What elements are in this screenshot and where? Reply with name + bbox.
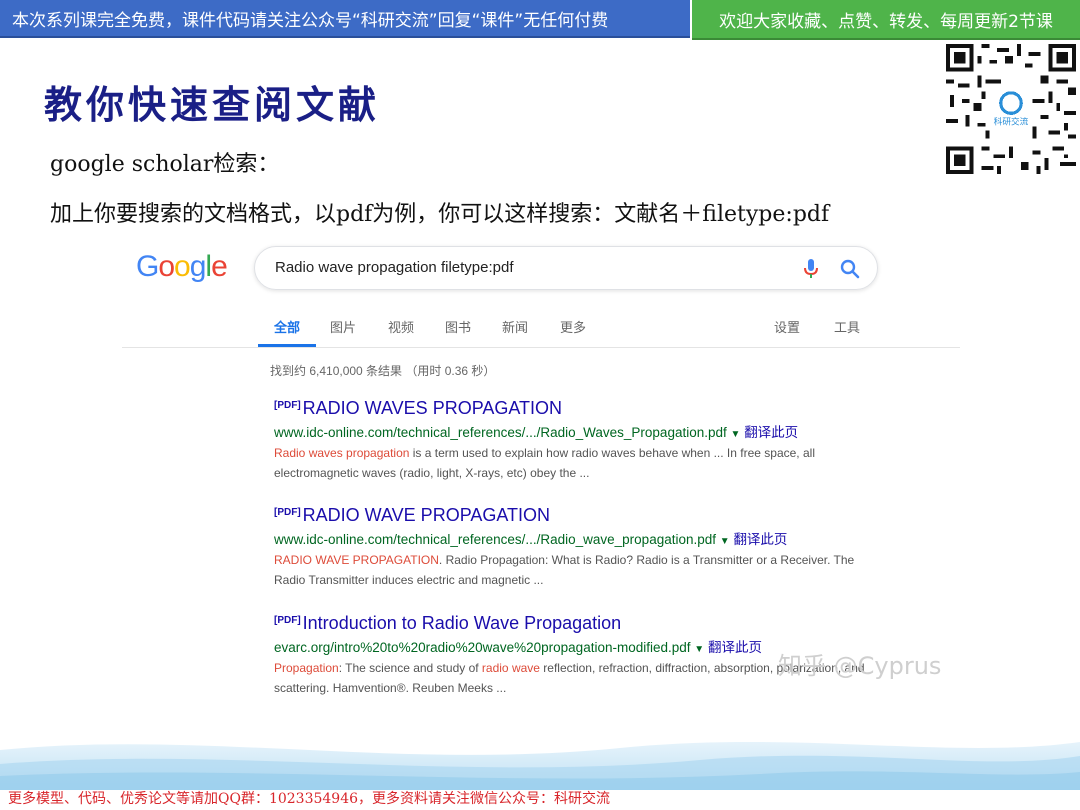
- pdf-tag: [PDF]: [274, 615, 301, 626]
- tab-settings[interactable]: 设置: [774, 317, 800, 336]
- search-result: [PDF] RADIO WAVES PROPAGATION www.idc-onl…: [274, 398, 874, 483]
- search-tabs: 全部 图片 视频 图书 新闻 更多 设置 工具: [256, 314, 976, 344]
- tab-all[interactable]: 全部: [274, 317, 300, 336]
- dropdown-arrow-icon[interactable]: ▼: [694, 644, 704, 655]
- search-box[interactable]: Radio wave propagation filetype:pdf: [254, 246, 878, 290]
- subtitle: google scholar检索：: [50, 152, 280, 177]
- qr-code-image: 科研交流: [946, 44, 1076, 174]
- result-url[interactable]: www.idc-online.com/technical_references/…: [274, 421, 874, 441]
- translate-link[interactable]: 翻译此页: [744, 425, 798, 440]
- page-title: 教你快速查阅文献: [44, 83, 381, 127]
- result-title[interactable]: Introduction to Radio Wave Propagation: [303, 613, 622, 633]
- snippet-highlight: Propagation: [274, 661, 339, 675]
- result-stats: 找到约 6,410,000 条结果 （用时 0.36 秒）: [270, 364, 496, 378]
- result-title-link[interactable]: [PDF] Introduction to Radio Wave Propagat…: [274, 613, 874, 634]
- result-url-text[interactable]: evarc.org/intro%20to%20radio%20wave%20pr…: [274, 640, 691, 655]
- result-url-text[interactable]: www.idc-online.com/technical_references/…: [274, 532, 716, 547]
- tab-more[interactable]: 更多: [560, 317, 586, 336]
- snippet-highlight: RADIO WAVE PROPAGATION: [274, 553, 439, 567]
- result-url-text[interactable]: www.idc-online.com/technical_references/…: [274, 425, 727, 440]
- zhihu-watermark: 知乎 @Cyprus: [778, 652, 942, 680]
- footer-wave-decoration: [0, 742, 1080, 790]
- top-banner-right: 欢迎大家收藏、点赞、转发、每周更新2节课: [692, 0, 1080, 40]
- snippet-text: : The science and study of: [338, 661, 482, 675]
- result-title[interactable]: RADIO WAVE PROPAGATION: [303, 505, 550, 525]
- pdf-tag: [PDF]: [274, 400, 301, 411]
- qr-logo-label: 科研交流: [994, 116, 1029, 128]
- google-logo-letter: G: [136, 250, 159, 283]
- top-banner-left: 本次系列课完全免费，课件代码请关注公众号“科研交流”回复“课件”无任何付费: [0, 0, 690, 38]
- google-logo-letter: e: [211, 250, 228, 283]
- search-icon[interactable]: [839, 258, 861, 280]
- result-snippet: Radio waves propagation is a term used t…: [274, 443, 874, 483]
- footer-note: 更多模型、代码、优秀论文等请加QQ群：1023354946，更多资料请关注微信公…: [8, 791, 611, 807]
- google-search-screenshot: Google Radio wave propagation filetype:p…: [122, 236, 962, 706]
- result-title-link[interactable]: [PDF] RADIO WAVE PROPAGATION: [274, 505, 874, 526]
- tab-tools[interactable]: 工具: [834, 317, 860, 336]
- google-logo-letter: g: [189, 250, 207, 283]
- translate-link[interactable]: 翻译此页: [733, 532, 787, 547]
- tab-news[interactable]: 新闻: [502, 317, 528, 336]
- pdf-tag: [PDF]: [274, 507, 301, 518]
- google-logo-letter: o: [158, 250, 175, 283]
- result-title-link[interactable]: [PDF] RADIO WAVES PROPAGATION: [274, 398, 874, 419]
- tab-images[interactable]: 图片: [330, 317, 356, 336]
- tabs-divider: [122, 347, 960, 348]
- result-snippet: RADIO WAVE PROPAGATION. Radio Propagatio…: [274, 550, 874, 590]
- dropdown-arrow-icon[interactable]: ▼: [731, 429, 741, 440]
- tab-books[interactable]: 图书: [445, 317, 471, 336]
- tab-videos[interactable]: 视频: [388, 317, 414, 336]
- search-input[interactable]: Radio wave propagation filetype:pdf: [275, 259, 514, 276]
- microphone-icon[interactable]: [801, 258, 821, 280]
- translate-link[interactable]: 翻译此页: [708, 640, 762, 655]
- snippet-highlight: radio wave: [481, 661, 540, 675]
- result-url[interactable]: www.idc-online.com/technical_references/…: [274, 528, 874, 548]
- google-logo[interactable]: Google: [136, 250, 228, 284]
- search-result: [PDF] RADIO WAVE PROPAGATION www.idc-onli…: [274, 505, 874, 590]
- google-logo-letter: o: [174, 250, 191, 283]
- instruction-text: 加上你要搜索的文档格式，以pdf为例，你可以这样搜索：文献名＋filetype:…: [50, 202, 830, 227]
- snippet-highlight: Radio waves propagation: [274, 446, 410, 460]
- dropdown-arrow-icon[interactable]: ▼: [720, 536, 730, 547]
- result-title[interactable]: RADIO WAVES PROPAGATION: [303, 398, 562, 418]
